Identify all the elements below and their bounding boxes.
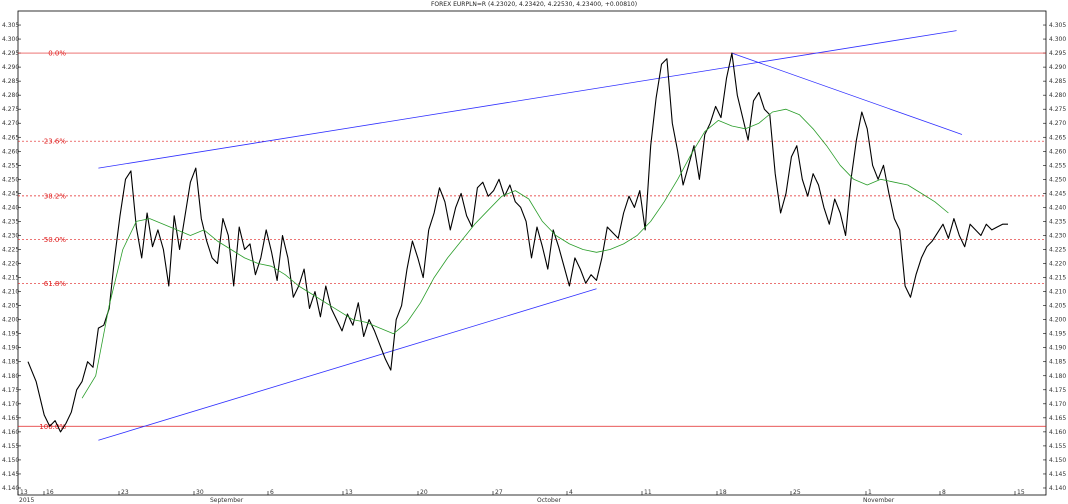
y-tick-label-right-3: 4.155	[1049, 443, 1066, 450]
x-tick-label-14: 15	[1017, 489, 1025, 496]
x-tick-label-8: 4	[569, 489, 573, 496]
y-tick-label-right-20: 4.240	[1049, 204, 1066, 211]
x-year-label: 2015	[19, 497, 34, 504]
y-tick-label-right-33: 4.305	[1049, 22, 1066, 29]
y-tick-label-left-20: 4.240	[2, 204, 19, 211]
y-tick-label-right-32: 4.300	[1049, 36, 1066, 43]
y-tick-label-right-31: 4.295	[1049, 50, 1066, 57]
y-tick-label-left-9: 4.185	[2, 359, 19, 366]
y-tick-label-right-12: 4.200	[1049, 317, 1066, 324]
y-tick-label-left-5: 4.165	[2, 415, 19, 422]
y-tick-label-left-32: 4.300	[2, 36, 19, 43]
y-tick-label-left-24: 4.260	[2, 148, 19, 155]
x-tick-label-4: 6	[270, 489, 274, 496]
x-tick-label-1: 16	[46, 489, 54, 496]
y-tick-label-right-8: 4.180	[1049, 373, 1066, 380]
y-tick-label-right-29: 4.285	[1049, 78, 1066, 85]
y-tick-label-right-19: 4.235	[1049, 218, 1066, 225]
y-tick-label-right-21: 4.245	[1049, 190, 1066, 197]
y-tick-label-left-25: 4.265	[2, 134, 19, 141]
y-tick-label-right-28: 4.280	[1049, 92, 1066, 99]
fib-label-4: 61.8%	[44, 280, 67, 288]
x-tick-label-7: 27	[495, 489, 503, 496]
x-tick-label-0: 13	[20, 489, 28, 496]
y-tick-label-left-28: 4.280	[2, 92, 19, 99]
y-tick-label-left-33: 4.305	[2, 22, 19, 29]
y-tick-label-left-4: 4.160	[2, 429, 19, 436]
y-tick-label-right-13: 4.205	[1049, 303, 1066, 310]
y-tick-label-right-4: 4.160	[1049, 429, 1066, 436]
x-tick-label-3: 30	[196, 489, 204, 496]
month-label-1: October	[537, 497, 562, 504]
y-tick-label-left-13: 4.205	[2, 303, 19, 310]
y-tick-label-right-15: 4.215	[1049, 275, 1066, 282]
y-tick-label-left-10: 4.190	[2, 345, 19, 352]
x-tick-label-12: 1	[868, 489, 872, 496]
x-tick-label-6: 20	[420, 489, 428, 496]
y-tick-label-left-26: 4.270	[2, 120, 19, 127]
y-tick-label-left-3: 4.155	[2, 443, 19, 450]
y-tick-label-left-27: 4.275	[2, 106, 19, 113]
y-tick-label-right-23: 4.255	[1049, 162, 1066, 169]
fib-label-3: 50.0%	[44, 236, 67, 244]
y-tick-label-right-10: 4.190	[1049, 345, 1066, 352]
price-chart: FOREX EURPLN=R (4.23020, 4.23420, 4.2253…	[2, 1, 1066, 504]
y-tick-label-left-31: 4.295	[2, 50, 19, 57]
y-tick-label-right-2: 4.150	[1049, 457, 1066, 464]
y-tick-label-right-18: 4.230	[1049, 232, 1066, 239]
y-tick-label-left-16: 4.220	[2, 261, 19, 268]
y-tick-label-left-8: 4.180	[2, 373, 19, 380]
chart-title: FOREX EURPLN=R (4.23020, 4.23420, 4.2253…	[431, 1, 637, 8]
y-tick-label-left-7: 4.175	[2, 387, 19, 394]
y-tick-label-right-14: 4.210	[1049, 289, 1066, 296]
y-tick-label-left-11: 4.195	[2, 331, 19, 338]
y-tick-label-right-6: 4.170	[1049, 401, 1066, 408]
month-label-0: September	[210, 497, 244, 504]
y-tick-label-left-1: 4.145	[2, 471, 19, 478]
y-tick-label-right-27: 4.275	[1049, 106, 1066, 113]
y-tick-label-right-16: 4.220	[1049, 261, 1066, 268]
y-tick-label-right-25: 4.265	[1049, 134, 1066, 141]
y-tick-label-left-30: 4.290	[2, 64, 19, 71]
y-tick-label-left-0: 4.140	[2, 485, 19, 492]
fib-label-1: 23.6%	[44, 138, 67, 146]
y-tick-label-left-15: 4.215	[2, 275, 19, 282]
y-tick-label-right-9: 4.185	[1049, 359, 1066, 366]
month-label-2: November	[863, 497, 895, 504]
x-tick-label-10: 18	[719, 489, 727, 496]
x-tick-label-5: 13	[345, 489, 353, 496]
y-tick-label-right-0: 4.140	[1049, 485, 1066, 492]
y-tick-label-left-23: 4.255	[2, 162, 19, 169]
y-axis-right: 4.140 4.145 4.150 4.155 4.160 4.165 4.170 4.175…	[1043, 22, 1066, 492]
y-tick-label-right-5: 4.165	[1049, 415, 1066, 422]
y-tick-label-right-22: 4.250	[1049, 176, 1066, 183]
fib-label-2: 38.2%	[44, 192, 67, 200]
y-tick-label-left-18: 4.230	[2, 232, 19, 239]
y-tick-label-left-12: 4.200	[2, 317, 19, 324]
y-tick-label-left-29: 4.285	[2, 78, 19, 85]
x-tick-label-13: 8	[942, 489, 946, 496]
x-tick-label-11: 25	[793, 489, 801, 496]
y-tick-label-left-19: 4.235	[2, 218, 19, 225]
x-tick-label-2: 23	[121, 489, 129, 496]
y-tick-label-right-26: 4.270	[1049, 120, 1066, 127]
y-tick-label-right-17: 4.225	[1049, 246, 1066, 253]
y-tick-label-left-17: 4.225	[2, 246, 19, 253]
y-tick-label-right-7: 4.175	[1049, 387, 1066, 394]
y-tick-label-right-30: 4.290	[1049, 64, 1066, 71]
y-tick-label-left-22: 4.250	[2, 176, 19, 183]
y-tick-label-right-1: 4.145	[1049, 471, 1066, 478]
y-tick-label-left-21: 4.245	[2, 190, 19, 197]
y-tick-label-right-11: 4.195	[1049, 331, 1066, 338]
y-tick-label-left-14: 4.210	[2, 289, 19, 296]
x-tick-label-9: 11	[644, 489, 652, 496]
y-tick-label-left-6: 4.170	[2, 401, 19, 408]
y-tick-label-left-2: 4.150	[2, 457, 19, 464]
y-tick-label-right-24: 4.260	[1049, 148, 1066, 155]
fib-label-0: 0.0%	[48, 50, 66, 58]
